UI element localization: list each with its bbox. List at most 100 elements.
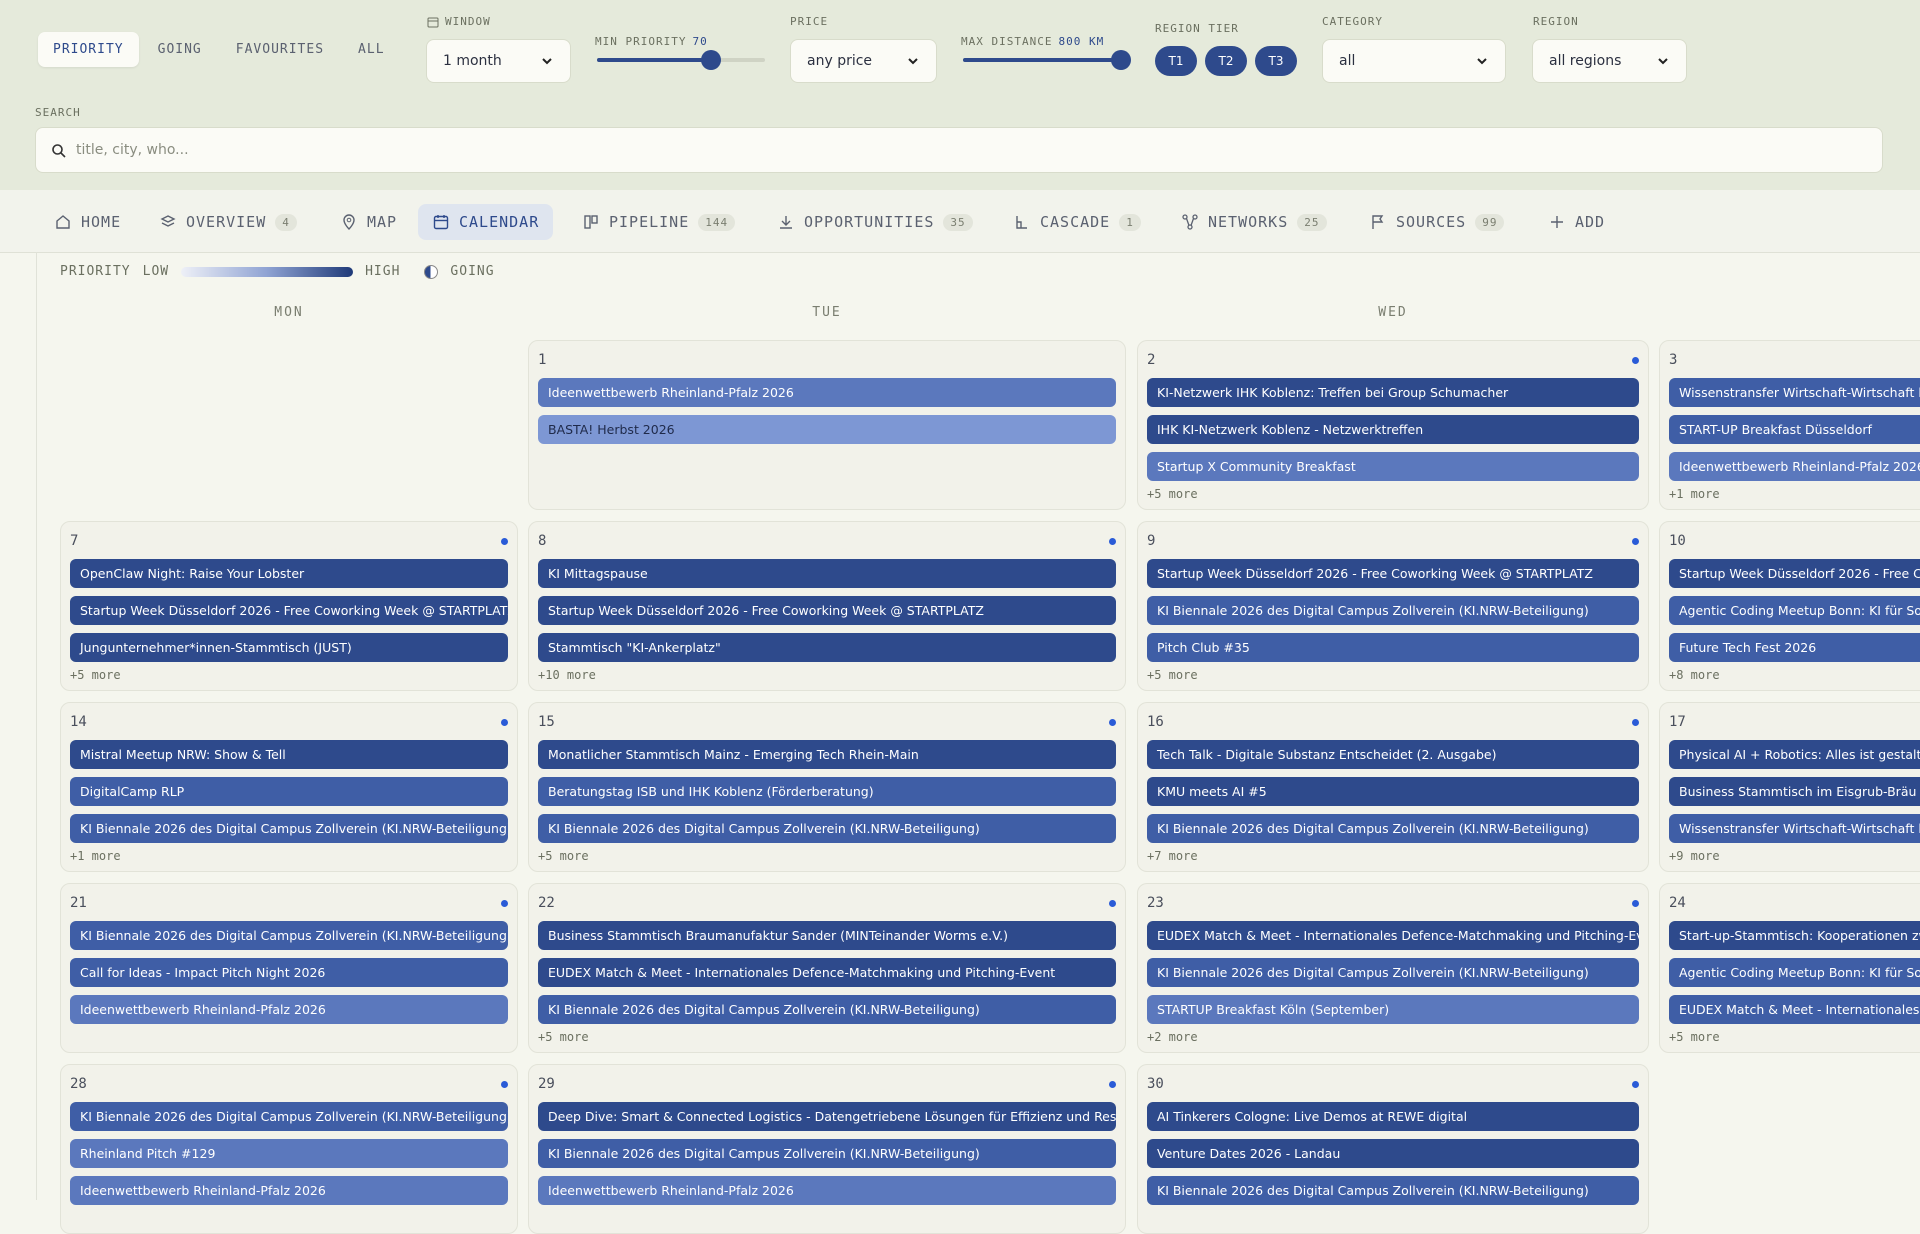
tier-t3-button[interactable]: T3 xyxy=(1255,46,1297,76)
max-distance-handle[interactable] xyxy=(1111,50,1131,70)
calendar-event[interactable]: Ideenwettbewerb Rheinland-Pfalz 2026 xyxy=(538,1176,1116,1205)
nav-pipeline[interactable]: PIPELINE 144 xyxy=(568,204,749,240)
calendar-event[interactable]: Future Tech Fest 2026 xyxy=(1669,633,1920,662)
window-select[interactable]: 1 month xyxy=(426,39,571,83)
calendar-event[interactable]: KI Biennale 2026 des Digital Campus Zoll… xyxy=(70,1102,508,1131)
search-input[interactable] xyxy=(35,127,1883,173)
calendar-event[interactable]: Startup Week Düsseldorf 2026 - Free Cow xyxy=(1669,559,1920,588)
more-events-link[interactable]: +5 more xyxy=(538,1030,589,1044)
more-events-link[interactable]: +5 more xyxy=(1147,668,1198,682)
calendar-day-cell[interactable]: 2 KI-Netzwerk IHK Koblenz: Treffen bei Gr… xyxy=(1137,340,1649,510)
calendar-event[interactable]: Pitch Club #35 xyxy=(1147,633,1639,662)
calendar-event[interactable]: Startup X Community Breakfast xyxy=(1147,452,1639,481)
calendar-day-cell[interactable]: 16 Tech Talk - Digitale Substanz Entschei… xyxy=(1137,702,1649,872)
nav-home[interactable]: HOME xyxy=(40,204,135,240)
more-events-link[interactable]: +1 more xyxy=(70,849,121,863)
calendar-event[interactable]: BASTA! Herbst 2026 xyxy=(538,415,1116,444)
calendar-event[interactable]: Agentic Coding Meetup Bonn: KI für Solo xyxy=(1669,596,1920,625)
calendar-day-cell[interactable]: 23 EUDEX Match & Meet - Internationales D… xyxy=(1137,883,1649,1053)
calendar-event[interactable]: STARTUP Breakfast Köln (September) xyxy=(1147,995,1639,1024)
price-select[interactable]: any price xyxy=(790,39,937,83)
calendar-event[interactable]: EUDEX Match & Meet - Internationales D xyxy=(1669,995,1920,1024)
calendar-event[interactable]: OpenClaw Night: Raise Your Lobster xyxy=(70,559,508,588)
calendar-event[interactable]: Tech Talk - Digitale Substanz Entscheide… xyxy=(1147,740,1639,769)
nav-cascade[interactable]: CASCADE 1 xyxy=(999,204,1155,240)
calendar-event[interactable]: Venture Dates 2026 - Landau xyxy=(1147,1139,1639,1168)
calendar-event[interactable]: Ideenwettbewerb Rheinland-Pfalz 2026 xyxy=(538,378,1116,407)
calendar-event[interactable]: START-UP Breakfast Düsseldorf xyxy=(1669,415,1920,444)
region-select[interactable]: all regions xyxy=(1532,39,1687,83)
nav-overview[interactable]: OVERVIEW 4 xyxy=(145,204,311,240)
calendar-day-cell[interactable]: 15 Monatlicher Stammtisch Mainz - Emergin… xyxy=(528,702,1126,872)
calendar-event[interactable]: Wissenstransfer Wirtschaft-Wirtschaft be… xyxy=(1669,378,1920,407)
calendar-event[interactable]: EUDEX Match & Meet - Internationales Def… xyxy=(1147,921,1639,950)
calendar-day-cell[interactable]: 8 KI Mittagspause Startup Week Düsseldorf … xyxy=(528,521,1126,691)
more-events-link[interactable]: +9 more xyxy=(1669,849,1720,863)
tier-t1-button[interactable]: T1 xyxy=(1155,46,1197,76)
calendar-event[interactable]: Wissenstransfer Wirtschaft-Wirtschaft be… xyxy=(1669,814,1920,843)
tab-going[interactable]: GOING xyxy=(143,32,217,67)
calendar-event[interactable]: Beratungstag ISB und IHK Koblenz (Förder… xyxy=(538,777,1116,806)
calendar-event[interactable]: KI-Netzwerk IHK Koblenz: Treffen bei Gro… xyxy=(1147,378,1639,407)
calendar-event[interactable]: Physical AI + Robotics: Alles ist gestal… xyxy=(1669,740,1920,769)
calendar-event[interactable]: Startup Week Düsseldorf 2026 - Free Cowo… xyxy=(1147,559,1639,588)
nav-add[interactable]: ADD xyxy=(1534,204,1619,240)
calendar-event[interactable]: EUDEX Match & Meet - Internationales Def… xyxy=(538,958,1116,987)
calendar-event[interactable]: KI Biennale 2026 des Digital Campus Zoll… xyxy=(1147,958,1639,987)
calendar-day-cell[interactable]: 21 KI Biennale 2026 des Digital Campus Zo… xyxy=(60,883,518,1053)
calendar-event[interactable]: Startup Week Düsseldorf 2026 - Free Cowo… xyxy=(70,596,508,625)
calendar-event[interactable]: AI Tinkerers Cologne: Live Demos at REWE… xyxy=(1147,1102,1639,1131)
tier-t2-button[interactable]: T2 xyxy=(1205,46,1247,76)
more-events-link[interactable]: +7 more xyxy=(1147,849,1198,863)
calendar-event[interactable]: KI Biennale 2026 des Digital Campus Zoll… xyxy=(1147,814,1639,843)
calendar-event[interactable]: Start-up-Stammtisch: Kooperationen zwis xyxy=(1669,921,1920,950)
more-events-link[interactable]: +1 more xyxy=(1669,487,1720,501)
min-priority-handle[interactable] xyxy=(701,50,722,70)
calendar-event[interactable]: IHK KI-Netzwerk Koblenz - Netzwerktreffe… xyxy=(1147,415,1639,444)
calendar-event[interactable]: Ideenwettbewerb Rheinland-Pfalz 2026 xyxy=(70,995,508,1024)
calendar-day-cell[interactable]: 7 OpenClaw Night: Raise Your Lobster Start… xyxy=(60,521,518,691)
tab-priority[interactable]: PRIORITY xyxy=(38,32,139,67)
calendar-day-cell[interactable]: 10 Startup Week Düsseldorf 2026 - Free Co… xyxy=(1659,521,1920,691)
calendar-event[interactable]: Mistral Meetup NRW: Show & Tell xyxy=(70,740,508,769)
calendar-event[interactable]: KI Mittagspause xyxy=(538,559,1116,588)
calendar-day-cell[interactable]: 29 Deep Dive: Smart & Connected Logistics… xyxy=(528,1064,1126,1234)
nav-opportunities[interactable]: OPPORTUNITIES 35 xyxy=(763,204,987,240)
calendar-event[interactable]: KI Biennale 2026 des Digital Campus Zoll… xyxy=(1147,596,1639,625)
calendar-day-cell[interactable]: 9 Startup Week Düsseldorf 2026 - Free Cow… xyxy=(1137,521,1649,691)
calendar-day-cell[interactable]: 14 Mistral Meetup NRW: Show & Tell Digital… xyxy=(60,702,518,872)
calendar-day-cell[interactable]: 22 Business Stammtisch Braumanufaktur San… xyxy=(528,883,1126,1053)
calendar-event[interactable]: KI Biennale 2026 des Digital Campus Zoll… xyxy=(538,814,1116,843)
calendar-event[interactable]: KI Biennale 2026 des Digital Campus Zoll… xyxy=(70,921,508,950)
calendar-day-cell[interactable]: 3 Wissenstransfer Wirtschaft-Wirtschaft b… xyxy=(1659,340,1920,510)
calendar-day-cell[interactable]: 17 Physical AI + Robotics: Alles ist gest… xyxy=(1659,702,1920,872)
calendar-event[interactable]: Agentic Coding Meetup Bonn: KI für Solo xyxy=(1669,958,1920,987)
calendar-event[interactable]: DigitalCamp RLP xyxy=(70,777,508,806)
calendar-event[interactable]: Stammtisch "KI-Ankerplatz" xyxy=(538,633,1116,662)
nav-calendar[interactable]: CALENDAR xyxy=(418,204,554,240)
more-events-link[interactable]: +10 more xyxy=(538,668,596,682)
more-events-link[interactable]: +8 more xyxy=(1669,668,1720,682)
more-events-link[interactable]: +5 more xyxy=(1147,487,1198,501)
calendar-event[interactable]: Business Stammtisch Braumanufaktur Sande… xyxy=(538,921,1116,950)
calendar-event[interactable]: Rheinland Pitch #129 xyxy=(70,1139,508,1168)
max-distance-slider[interactable] xyxy=(963,50,1131,70)
calendar-event[interactable]: Deep Dive: Smart & Connected Logistics -… xyxy=(538,1102,1116,1131)
calendar-event[interactable]: KI Biennale 2026 des Digital Campus Zoll… xyxy=(70,814,508,843)
nav-map[interactable]: MAP xyxy=(326,204,411,240)
calendar-event[interactable]: Ideenwettbewerb Rheinland-Pfalz 2026 xyxy=(70,1176,508,1205)
calendar-event[interactable]: KI Biennale 2026 des Digital Campus Zoll… xyxy=(538,995,1116,1024)
calendar-event[interactable]: Jungunternehmer*innen-Stammtisch (JUST) xyxy=(70,633,508,662)
calendar-day-cell[interactable]: 30 AI Tinkerers Cologne: Live Demos at RE… xyxy=(1137,1064,1649,1234)
more-events-link[interactable]: +5 more xyxy=(538,849,589,863)
nav-networks[interactable]: NETWORKS 25 xyxy=(1167,204,1341,240)
calendar-day-cell[interactable]: 24 Start-up-Stammtisch: Kooperationen zwi… xyxy=(1659,883,1920,1053)
tab-all[interactable]: ALL xyxy=(343,32,399,67)
calendar-event[interactable]: Startup Week Düsseldorf 2026 - Free Cowo… xyxy=(538,596,1116,625)
calendar-event[interactable]: KI Biennale 2026 des Digital Campus Zoll… xyxy=(538,1139,1116,1168)
calendar-event[interactable]: Business Stammtisch im Eisgrub-Bräu (mi xyxy=(1669,777,1920,806)
min-priority-slider[interactable] xyxy=(597,50,765,70)
calendar-event[interactable]: Call for Ideas - Impact Pitch Night 2026 xyxy=(70,958,508,987)
calendar-event[interactable]: KI Biennale 2026 des Digital Campus Zoll… xyxy=(1147,1176,1639,1205)
calendar-day-cell[interactable]: 28 KI Biennale 2026 des Digital Campus Zo… xyxy=(60,1064,518,1234)
